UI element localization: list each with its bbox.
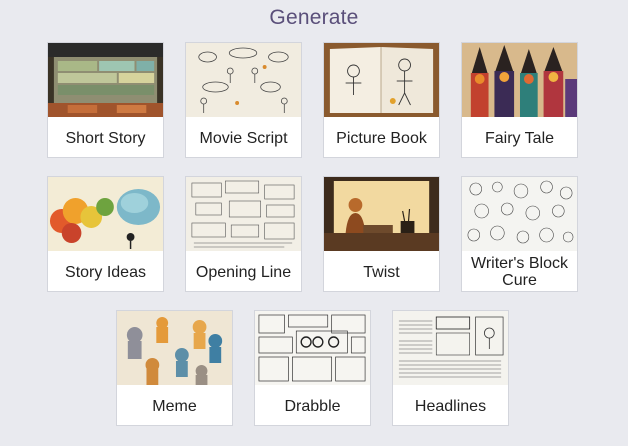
card-short-story[interactable]: Short Story	[47, 42, 164, 158]
meme-thumbnail	[117, 311, 232, 385]
card-label: Opening Line	[195, 263, 292, 281]
short-story-thumbnail	[48, 43, 163, 117]
card-drabble[interactable]: Drabble	[254, 310, 371, 426]
card-label: Story Ideas	[65, 263, 146, 281]
drabble-thumbnail	[255, 311, 370, 385]
card-label: Headlines	[414, 397, 487, 415]
fairy-tale-thumbnail	[462, 43, 577, 117]
twist-thumbnail	[324, 177, 439, 251]
card-movie-script[interactable]: Movie Script	[185, 42, 302, 158]
card-story-ideas[interactable]: Story Ideas	[47, 176, 164, 292]
card-label: Writer's Block Cure	[471, 255, 568, 289]
card-writers-block-cure[interactable]: Writer's Block Cure	[461, 176, 578, 292]
card-label: Short Story	[65, 129, 146, 147]
movie-script-thumbnail	[186, 43, 301, 117]
story-ideas-thumbnail	[48, 177, 163, 251]
opening-line-thumbnail	[186, 177, 301, 251]
card-label: Picture Book	[336, 129, 427, 147]
card-label: Fairy Tale	[484, 129, 555, 147]
headlines-thumbnail	[393, 311, 508, 385]
card-picture-book[interactable]: Picture Book	[323, 42, 440, 158]
card-label: Movie Script	[199, 129, 288, 147]
writers-block-cure-thumbnail	[462, 177, 577, 251]
page-title: Generate	[269, 6, 359, 29]
card-label: Twist	[363, 263, 400, 281]
card-label: Meme	[152, 397, 197, 415]
card-meme[interactable]: Meme	[116, 310, 233, 426]
card-fairy-tale[interactable]: Fairy Tale	[461, 42, 578, 158]
card-twist[interactable]: Twist	[323, 176, 440, 292]
card-headlines[interactable]: Headlines	[392, 310, 509, 426]
card-opening-line[interactable]: Opening Line	[185, 176, 302, 292]
picture-book-thumbnail	[324, 43, 439, 117]
card-label: Drabble	[284, 397, 341, 415]
cropped-header-text	[0, 0, 628, 2]
